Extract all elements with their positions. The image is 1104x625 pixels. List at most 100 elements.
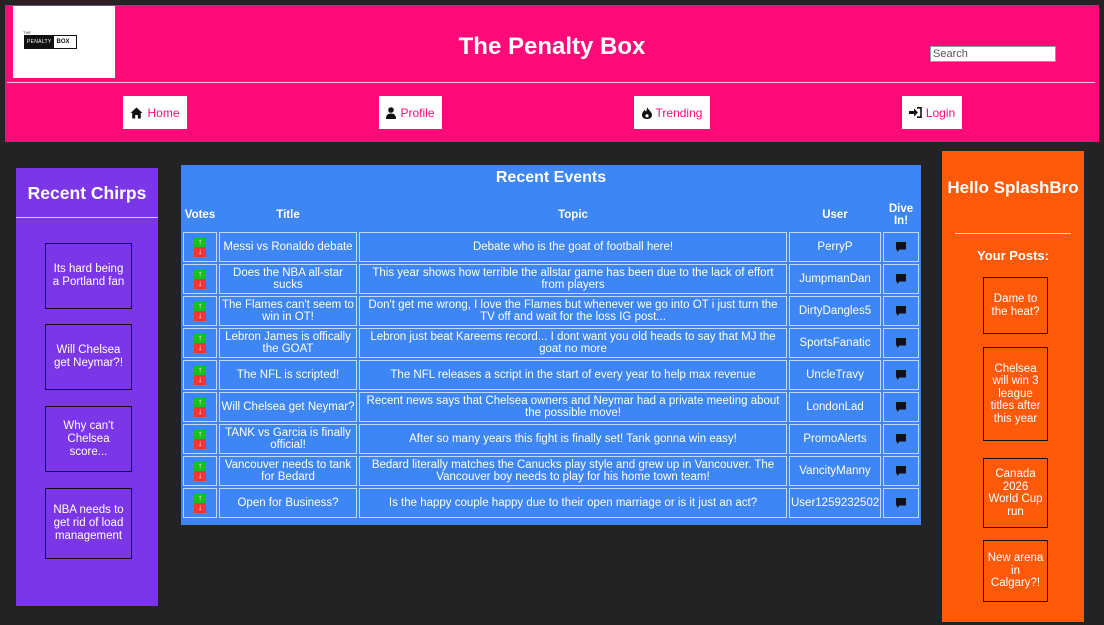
event-topic: Don't get me wrong, I love the Flames bu… [359,296,787,326]
downvote-arrow-icon[interactable]: ↓ [194,247,206,257]
nav-profile-label: Profile [400,105,435,120]
dive-in-cell[interactable] [883,488,919,518]
event-title[interactable]: Does the NBA all-star sucks [219,264,357,294]
upvote-arrow-icon[interactable]: ↑ [194,461,206,471]
nav-login-label: Login [925,105,956,120]
nav-profile-button[interactable]: Profile [379,96,442,129]
chat-bubble-icon[interactable] [895,401,907,413]
event-user[interactable]: VancityManny [789,456,881,486]
nav-home-label: Home [147,105,180,120]
dive-in-cell[interactable] [883,392,919,422]
event-title[interactable]: The Flames can't seem to win in OT! [219,296,357,326]
event-topic: After so many years this fight is finall… [359,424,787,454]
event-title[interactable]: Messi vs Ronaldo debate [219,232,357,262]
downvote-arrow-icon[interactable]: ↓ [194,407,206,417]
user-post-item[interactable]: Dame to the heat? [983,277,1048,334]
search-input[interactable]: Search [930,46,1056,62]
events-table: Votes Title Topic User Dive In! ↑ ↓ Messi … [181,198,921,520]
upvote-arrow-icon[interactable]: ↑ [194,301,206,311]
event-topic: Debate who is the goat of football here! [359,232,787,262]
chat-bubble-icon[interactable] [895,337,907,349]
upvote-arrow-icon[interactable]: ↑ [194,429,206,439]
event-row[interactable]: ↑ ↓ Will Chelsea get Neymar? Recent news sa… [183,392,919,422]
downvote-arrow-icon[interactable]: ↓ [194,375,206,385]
dive-in-cell[interactable] [883,456,919,486]
event-topic: Bedard literally matches the Canucks pla… [359,456,787,486]
dive-in-cell[interactable] [883,264,919,294]
nav-trending-label: Trending [655,105,703,120]
user-post-item[interactable]: Canada 2026 World Cup run [983,458,1048,528]
dive-in-cell[interactable] [883,328,919,358]
chat-bubble-icon[interactable] [895,465,907,477]
upvote-arrow-icon[interactable]: ↑ [194,333,206,343]
vote-cell: ↑ ↓ [183,360,217,390]
event-title[interactable]: TANK vs Garcia is finally official! [219,424,357,454]
upvote-arrow-icon[interactable]: ↑ [194,237,206,247]
chat-bubble-icon[interactable] [895,273,907,285]
event-title[interactable]: Vancouver needs to tank for Bedard [219,456,357,486]
chat-bubble-icon[interactable] [895,497,907,509]
downvote-arrow-icon[interactable]: ↓ [194,343,206,353]
event-user[interactable]: User1259232502 [789,488,881,518]
event-user[interactable]: LondonLad [789,392,881,422]
dive-in-cell[interactable] [883,360,919,390]
user-column-header: User [822,209,848,221]
chat-bubble-icon[interactable] [895,305,907,317]
flame-icon [641,106,652,119]
greeting: Hello SplashBro [947,178,1079,197]
event-row[interactable]: ↑ ↓ Vancouver needs to tank for Bedard Beda… [183,456,919,486]
event-row[interactable]: ↑ ↓ TANK vs Garcia is finally official! Aft… [183,424,919,454]
downvote-arrow-icon[interactable]: ↓ [194,311,206,321]
recent-chirps-title: Recent Chirps [27,183,147,203]
site-header: THE PENALTY BOX The Penalty Box Search H… [5,5,1099,142]
event-user[interactable]: UncleTravy [789,360,881,390]
chat-bubble-icon[interactable] [895,433,907,445]
event-title[interactable]: Will Chelsea get Neymar? [219,392,357,422]
dive-in-cell[interactable] [883,296,919,326]
topic-column-header: Topic [558,209,588,221]
event-title[interactable]: Open for Business? [219,488,357,518]
nav-login-button[interactable]: Login [902,96,962,129]
downvote-arrow-icon[interactable]: ↓ [194,439,206,449]
nav-home-button[interactable]: Home [123,96,187,129]
event-row[interactable]: ↑ ↓ Open for Business? Is the happy couple … [183,488,919,518]
vote-cell: ↑ ↓ [183,488,217,518]
upvote-arrow-icon[interactable]: ↑ [194,397,206,407]
downvote-arrow-icon[interactable]: ↓ [194,503,206,513]
home-icon [130,107,143,119]
user-post-item[interactable]: Chelsea will win 3 league titles after t… [983,347,1048,441]
event-user[interactable]: SportsFanatic [789,328,881,358]
event-row[interactable]: ↑ ↓ The Flames can't seem to win in OT! Don… [183,296,919,326]
event-title[interactable]: The NFL is scripted! [219,360,357,390]
downvote-arrow-icon[interactable]: ↓ [194,279,206,289]
vote-cell: ↑ ↓ [183,328,217,358]
upvote-arrow-icon[interactable]: ↑ [194,493,206,503]
chirp-item[interactable]: Why can't Chelsea score... [45,406,132,472]
event-user[interactable]: PerryP [789,232,881,262]
user-panel: Hello SplashBro Your Posts: Dame to the … [942,151,1084,622]
dive-in-cell[interactable] [883,232,919,262]
nav-trending-button[interactable]: Trending [634,96,710,129]
vote-cell: ↑ ↓ [183,232,217,262]
event-user[interactable]: PromoAlerts [789,424,881,454]
dive-in-cell[interactable] [883,424,919,454]
dive-in-column-header: Dive In! [888,203,914,227]
event-row[interactable]: ↑ ↓ Messi vs Ronaldo debate Debate who is t… [183,232,919,262]
recent-events-title: Recent Events [495,169,607,186]
event-title[interactable]: Lebron James is offically the GOAT [219,328,357,358]
event-row[interactable]: ↑ ↓ Does the NBA all-star sucks This year s… [183,264,919,294]
downvote-arrow-icon[interactable]: ↓ [194,471,206,481]
event-row[interactable]: ↑ ↓ The NFL is scripted! The NFL releases a… [183,360,919,390]
chirp-item[interactable]: NBA needs to get rid of load management [45,488,132,559]
upvote-arrow-icon[interactable]: ↑ [194,365,206,375]
event-user[interactable]: JumpmanDan [789,264,881,294]
event-row[interactable]: ↑ ↓ Lebron James is offically the GOAT Lebr… [183,328,919,358]
chat-bubble-icon[interactable] [895,369,907,381]
user-post-item[interactable]: New arena in Calgary?! [983,540,1048,602]
event-topic: Is the happy couple happy due to their o… [359,488,787,518]
chirp-item[interactable]: Its hard being a Portland fan [45,243,132,309]
chat-bubble-icon[interactable] [895,241,907,253]
event-user[interactable]: DirtyDangles5 [789,296,881,326]
chirp-item[interactable]: Will Chelsea get Neymar?! [45,324,132,390]
upvote-arrow-icon[interactable]: ↑ [194,269,206,279]
